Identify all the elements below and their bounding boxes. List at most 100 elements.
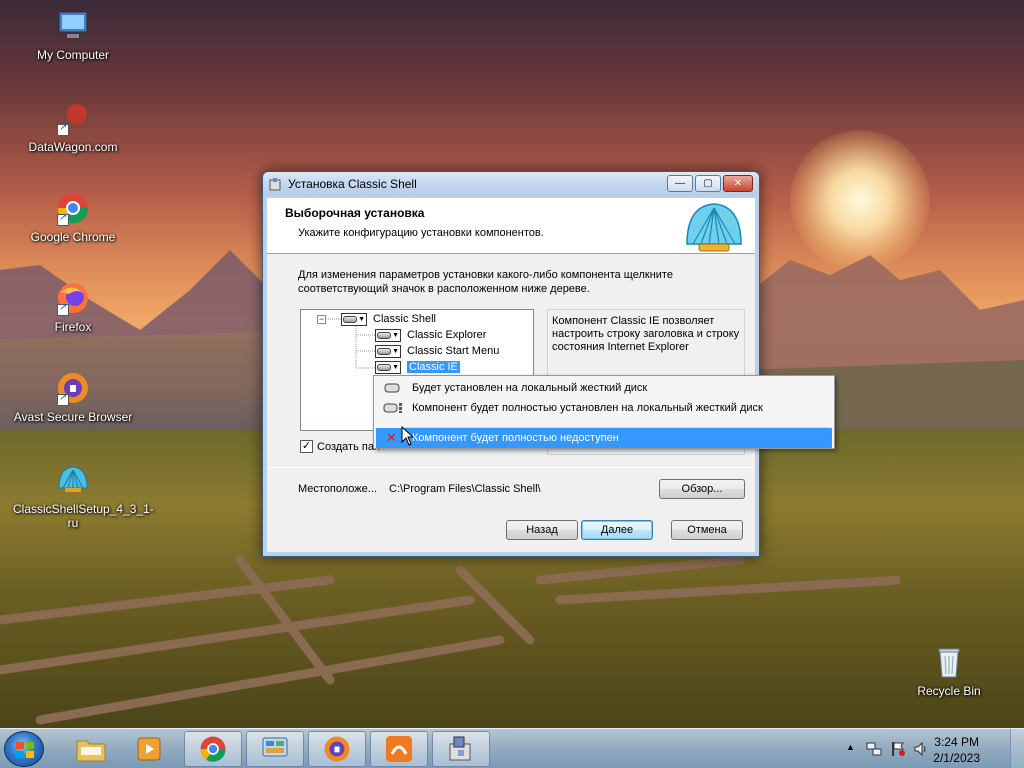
show-desktop-button[interactable] (1010, 729, 1024, 768)
windows-logo-icon (16, 742, 34, 758)
drive-icon (377, 331, 391, 339)
computer-icon (55, 8, 91, 44)
instruction-text: Для изменения параметров установки каког… (298, 269, 673, 295)
avast-antivirus-icon (386, 736, 412, 762)
classic-shell-logo-icon (686, 203, 742, 252)
minimize-button[interactable]: — (667, 175, 693, 192)
desktop-icon-label: My Computer (36, 48, 110, 62)
tree-item-label: Classic Start Menu (407, 345, 500, 357)
drive-icon (384, 383, 400, 393)
menu-item-label: Будет установлен на локальный жесткий ди… (412, 382, 648, 394)
desktop-icon-recycle-bin[interactable]: Recycle Bin (889, 644, 1009, 698)
create-shortcut-checkbox[interactable]: ✓ Создать пан (300, 440, 380, 453)
desktop-icon-my-computer[interactable]: My Computer (13, 8, 133, 62)
desktop-icon-label: Avast Secure Browser (13, 410, 133, 424)
chevron-down-icon: ▼ (392, 347, 399, 355)
recycle-bin-icon (931, 644, 967, 680)
avast-browser-icon (55, 370, 91, 406)
media-player-icon (137, 737, 161, 761)
page-subtitle: Укажите конфигурацию установки компонент… (298, 227, 544, 239)
install-option-dropdown[interactable]: ▼ (375, 360, 401, 374)
menu-item-install-local[interactable]: Будет установлен на локальный жесткий ди… (376, 378, 832, 398)
desktop-icon-datawagon[interactable]: DataWagon.com (13, 100, 133, 154)
mouse-cursor-icon (401, 426, 415, 446)
maximize-button[interactable]: ▢ (695, 175, 721, 192)
taskbar-control-panel[interactable] (246, 731, 304, 767)
drive-icon (377, 363, 391, 371)
avast-browser-icon (324, 736, 350, 762)
desktop-icon-label: Firefox (54, 320, 92, 334)
tree-item-label: Classic Shell (373, 313, 436, 325)
location-value: C:\Program Files\Classic Shell\ (389, 483, 541, 495)
menu-item-install-all-local[interactable]: Компонент будет полностью установлен на … (376, 398, 832, 418)
clock-date: 2/1/2023 (933, 751, 980, 765)
cancel-button[interactable]: Отмена (671, 520, 743, 540)
install-option-dropdown[interactable]: ▼ (375, 344, 401, 358)
taskbar-installer[interactable] (432, 731, 490, 767)
control-panel-icon (262, 737, 288, 757)
close-button[interactable]: ✕ (723, 175, 753, 192)
desktop-icon-label: Recycle Bin (917, 684, 981, 698)
back-button[interactable]: Назад (506, 520, 578, 540)
shortcut-arrow-icon (57, 392, 69, 406)
taskbar-media-player[interactable] (120, 731, 178, 767)
desktop-icon-firefox[interactable]: Firefox (13, 280, 133, 334)
browse-button[interactable]: Обзор... (659, 479, 745, 499)
menu-item-label: Компонент будет полностью установлен на … (412, 402, 763, 414)
chevron-down-icon: ▼ (392, 363, 399, 371)
install-option-dropdown[interactable]: ▼ (341, 312, 367, 326)
drive-icon (377, 347, 391, 355)
clock[interactable]: 3:24 PM 2/1/2023 (933, 734, 980, 766)
desktop-icon-label: Google Chrome (30, 230, 116, 244)
shortcut-arrow-icon (57, 302, 69, 316)
dialog-title: Установка Classic Shell (288, 177, 417, 191)
chevron-down-icon: ▼ (358, 315, 365, 323)
checkbox-checked-icon[interactable]: ✓ (300, 440, 313, 453)
chevron-down-icon: ▼ (392, 331, 399, 339)
folder-icon (76, 740, 106, 762)
web-shortcut-icon (55, 100, 91, 136)
tree-item-label: Classic Explorer (407, 329, 487, 341)
chrome-icon (55, 190, 91, 226)
next-button[interactable]: Далее (581, 520, 653, 540)
desktop-icon-label: ClassicShellSetup_4_3_1-ru (13, 502, 154, 530)
divider (267, 467, 755, 468)
taskbar-chrome[interactable] (184, 731, 242, 767)
desktop-icon-avast-secure-browser[interactable]: Avast Secure Browser (13, 370, 133, 424)
tree-item-classic-explorer[interactable]: ▼ Classic Explorer (375, 327, 486, 343)
menu-item-label: Компонент будет полностью недоступен (412, 432, 619, 444)
installer-icon (449, 736, 471, 761)
desktop-icon-google-chrome[interactable]: Google Chrome (13, 190, 133, 244)
taskbar: ▲ 3:24 PM 2/1/2023 (0, 728, 1024, 768)
tree-item-classic-ie[interactable]: ▼ Classic IE (375, 359, 460, 375)
install-option-dropdown[interactable]: ▼ (375, 328, 401, 342)
taskbar-avast-browser[interactable] (308, 731, 366, 767)
dialog-header: Выборочная установка Укажите конфигураци… (267, 198, 755, 254)
taskbar-explorer[interactable] (62, 731, 120, 767)
volume-icon[interactable] (913, 741, 929, 757)
installer-icon (269, 178, 281, 191)
shell-icon (55, 462, 91, 498)
tree-item-classic-shell[interactable]: − ▼ Classic Shell (317, 311, 436, 327)
tree-item-label-selected: Classic IE (407, 361, 460, 373)
location-label: Местоположе... (298, 483, 377, 495)
chrome-icon (200, 736, 226, 762)
network-icon[interactable] (866, 741, 882, 757)
tray-overflow-icon[interactable]: ▲ (846, 742, 855, 752)
shortcut-arrow-icon (57, 122, 69, 136)
menu-item-unavailable[interactable]: ✕ Компонент будет полностью недоступен (376, 428, 832, 448)
shortcut-arrow-icon (57, 212, 69, 226)
clock-time: 3:24 PM (934, 735, 979, 749)
install-option-menu: Будет установлен на локальный жесткий ди… (373, 375, 835, 449)
collapse-icon[interactable]: − (317, 314, 326, 324)
wallpaper-fence (0, 555, 900, 725)
taskbar-avast-antivirus[interactable] (370, 731, 428, 767)
tree-item-classic-start-menu[interactable]: ▼ Classic Start Menu (375, 343, 499, 359)
action-center-flag-icon[interactable] (890, 741, 906, 757)
drive-tree-icon (383, 403, 402, 413)
desktop-icon-classicshell-setup[interactable]: ClassicShellSetup_4_3_1-ru (13, 462, 154, 530)
start-button[interactable] (4, 731, 44, 767)
desktop-icon-label: DataWagon.com (28, 140, 118, 154)
checkbox-label: Создать пан (317, 440, 381, 453)
drive-icon (343, 315, 357, 323)
